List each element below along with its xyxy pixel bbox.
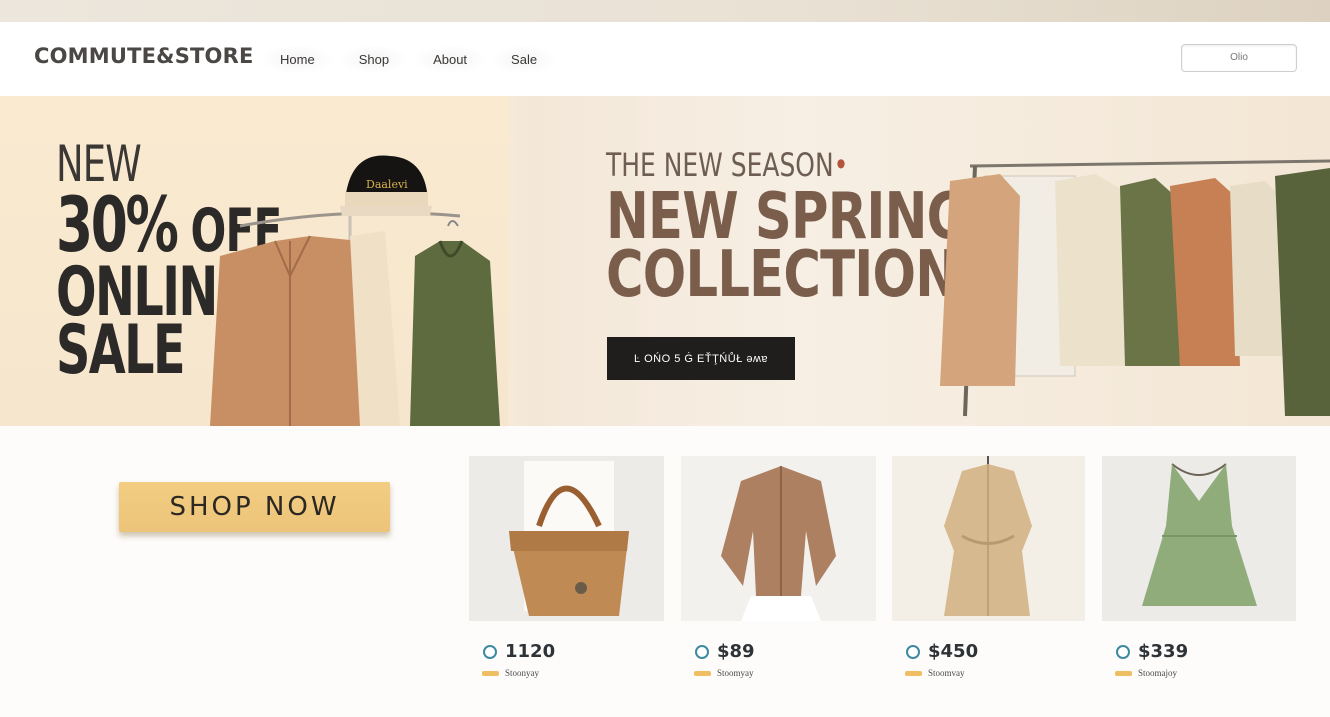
hero-cta-button[interactable]: Ŀ OŃO 5 Ġ EŤŢŃŮŁ əʍɐ bbox=[607, 337, 795, 380]
nav-item-shop[interactable]: Shop bbox=[340, 46, 408, 73]
nav-item-home[interactable]: Home bbox=[262, 46, 333, 73]
rating-bar-icon bbox=[694, 670, 711, 676]
product-card[interactable]: 1120 Stoonyay bbox=[469, 456, 664, 678]
hat-logo-text: Daalevi bbox=[366, 178, 408, 191]
site-header: COMMUTE&STORE Home Shop About Sale Olio bbox=[0, 22, 1330, 96]
product-meta: Stoomyay bbox=[717, 668, 754, 678]
nav-item-sale[interactable]: Sale bbox=[493, 46, 556, 73]
nav-item-about[interactable]: About bbox=[415, 46, 486, 73]
product-price: $450 bbox=[928, 641, 979, 662]
hero-banner: NEW 30% OFF ONLINE SALE Daalevi THE NEW … bbox=[0, 96, 1330, 426]
circle-icon bbox=[483, 644, 497, 659]
product-image-dress[interactable] bbox=[1102, 456, 1296, 621]
product-image-jacket[interactable] bbox=[681, 456, 876, 621]
season-subtitle: THE NEW SEASON• bbox=[606, 146, 849, 184]
circle-icon bbox=[906, 644, 920, 659]
rating-bar-icon bbox=[1115, 670, 1132, 676]
product-meta: Stoonyay bbox=[505, 668, 540, 678]
clothing-rack-image bbox=[940, 159, 1330, 417]
collection-line-2: COLLECTION bbox=[606, 238, 958, 312]
product-card[interactable]: $339 Stoomajoy bbox=[1102, 456, 1296, 678]
product-meta: Stoomajoy bbox=[1138, 668, 1178, 678]
search-input[interactable]: Olio bbox=[1181, 44, 1297, 72]
rating-bar-icon bbox=[905, 670, 922, 676]
shop-now-button[interactable]: SHOP NOW bbox=[119, 482, 390, 532]
circle-icon bbox=[695, 644, 709, 659]
product-image-coat[interactable] bbox=[892, 456, 1085, 621]
rating-bar-icon bbox=[482, 670, 499, 676]
brand-logo[interactable]: COMMUTE&STORE bbox=[34, 44, 254, 68]
hanging-clothes-image: Daalevi bbox=[210, 155, 500, 426]
product-card[interactable]: $450 Stoomvay bbox=[892, 456, 1085, 678]
product-price: 1120 bbox=[505, 641, 556, 662]
product-price: $89 bbox=[717, 641, 755, 662]
product-card[interactable]: $89 Stoomyay bbox=[681, 456, 876, 678]
circle-icon bbox=[1116, 644, 1130, 659]
product-meta: Stoomvay bbox=[928, 668, 965, 678]
collection-title: NEW SPRING COLLECTION bbox=[606, 185, 969, 312]
top-strip bbox=[0, 0, 1330, 22]
main-nav: Home Shop About Sale bbox=[262, 46, 556, 73]
product-image-handbag[interactable] bbox=[469, 456, 664, 621]
product-price: $339 bbox=[1138, 641, 1189, 662]
